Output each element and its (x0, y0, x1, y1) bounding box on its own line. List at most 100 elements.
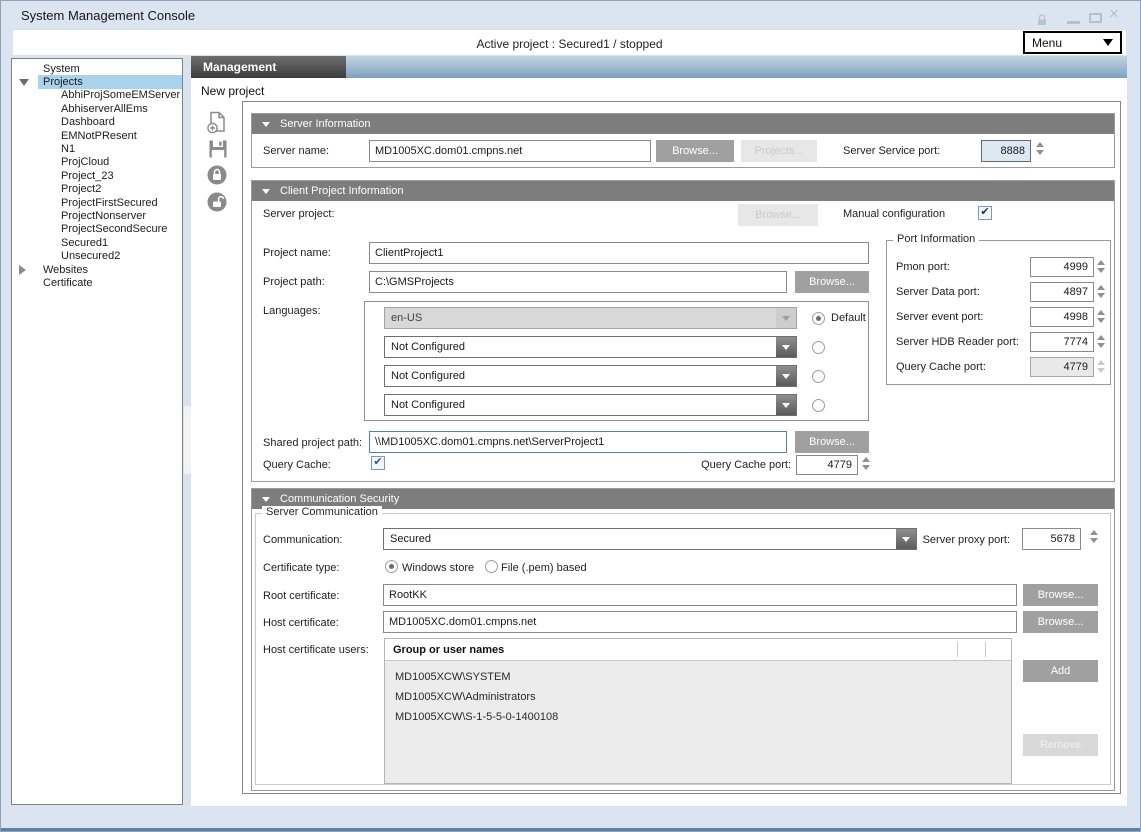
user-list-item[interactable]: MD1005XCW\S-1-5-5-0-1400108 (385, 707, 1011, 727)
language-default-radio-3[interactable] (812, 370, 825, 383)
port-spinner-1[interactable] (1097, 260, 1105, 273)
shared-project-path-input[interactable] (369, 431, 787, 453)
query-cache-port-spinner[interactable] (862, 457, 870, 470)
section-title: Client Project Information (280, 185, 404, 197)
server-communication-legend: Server Communication (262, 506, 382, 518)
system-management-console-window: System Management Console × Active proje… (0, 0, 1141, 832)
collapse-arrow-icon (262, 497, 270, 502)
tree-item-projectsecondsecure[interactable]: ProjectSecondSecure (12, 223, 182, 236)
navigation-tree: SystemProjectsAbhiProjSomeEMServerAbhise… (11, 58, 183, 805)
port-spinner-3[interactable] (1097, 310, 1105, 323)
lock-icon[interactable] (204, 162, 230, 188)
client-project-information-section: Client Project Information Server projec… (251, 180, 1115, 482)
host-certificate-input[interactable] (383, 611, 1017, 633)
service-port-spinner[interactable] (1036, 142, 1044, 155)
language-select-4[interactable]: Not Configured (384, 394, 797, 416)
languages-label: Languages: (263, 305, 321, 317)
file-pem-radio[interactable] (485, 560, 498, 573)
lock-window-icon[interactable] (1033, 11, 1051, 29)
port-input-5[interactable]: 4779 (1030, 357, 1094, 377)
tree-expanded-icon[interactable] (19, 79, 29, 86)
query-cache-port-input[interactable]: 4779 (796, 455, 858, 475)
tree-item-projectfirstsecured[interactable]: ProjectFirstSecured (12, 196, 182, 209)
tree-item-n1[interactable]: N1 (12, 142, 182, 155)
tree-item-emnotpresent[interactable]: EMNotPResent (12, 129, 182, 142)
close-icon[interactable]: × (1109, 4, 1119, 24)
maximize-icon[interactable] (1089, 13, 1102, 23)
unlock-icon[interactable] (204, 189, 230, 215)
query-cache-checkbox[interactable] (371, 456, 385, 470)
server-proxy-port-input[interactable]: 5678 (1022, 528, 1081, 550)
tree-item-secured1[interactable]: Secured1 (12, 236, 182, 249)
column-divider (957, 642, 958, 657)
root-certificate-browse-button[interactable]: Browse... (1023, 584, 1098, 606)
port-spinner-2[interactable] (1097, 285, 1105, 298)
user-list-item[interactable]: MD1005XCW\SYSTEM (385, 667, 1011, 687)
tree-item-abhiprojsomeemserver[interactable]: AbhiProjSomeEMServer (12, 89, 182, 102)
tree-item-system[interactable]: System (12, 62, 182, 75)
tree-item-certificate[interactable]: Certificate (12, 276, 182, 289)
server-information-header[interactable]: Server Information (252, 114, 1114, 134)
new-project-icon[interactable] (204, 109, 230, 135)
main-panel: Management New project Server Informatio… (191, 56, 1127, 806)
tree-item-label: Unsecured2 (58, 250, 123, 262)
tree-item-unsecured2[interactable]: Unsecured2 (12, 249, 182, 262)
splitter-thumb[interactable] (184, 406, 191, 474)
shared-path-browse-button[interactable]: Browse... (795, 431, 869, 453)
tab-management[interactable]: Management (191, 56, 346, 78)
tree-item-project_23[interactable]: Project_23 (12, 169, 182, 182)
projects-button[interactable]: Projects... (741, 140, 817, 162)
server-browse-button[interactable]: Browse... (656, 140, 734, 162)
tree-item-projectnonserver[interactable]: ProjectNonserver (12, 209, 182, 222)
port-input-1[interactable]: 4999 (1030, 257, 1094, 277)
communication-value: Secured (384, 529, 896, 549)
host-certificate-browse-button[interactable]: Browse... (1023, 611, 1098, 633)
chevron-down-icon (1103, 39, 1113, 46)
tree-item-dashboard[interactable]: Dashboard (12, 116, 182, 129)
tree-item-abhiserverallems[interactable]: AbhiserverAllEms (12, 102, 182, 115)
server-name-input[interactable] (369, 140, 651, 162)
server-project-browse-button[interactable]: Browse... (738, 204, 818, 226)
language-select-2[interactable]: Not Configured (384, 336, 797, 358)
minimize-icon[interactable] (1067, 21, 1080, 24)
tree-item-label: AbhiserverAllEms (58, 103, 151, 115)
client-project-information-header[interactable]: Client Project Information (252, 181, 1114, 201)
tree-item-label: ProjectFirstSecured (58, 197, 161, 209)
tree-item-projects[interactable]: Projects (12, 75, 182, 88)
project-path-input[interactable] (369, 271, 787, 293)
language-default-radio-1[interactable] (812, 312, 825, 325)
language-select-3[interactable]: Not Configured (384, 365, 797, 387)
language-default-radio-4[interactable] (812, 399, 825, 412)
port-input-3[interactable]: 4998 (1030, 307, 1094, 327)
tree-item-project2[interactable]: Project2 (12, 183, 182, 196)
tab-strip (346, 56, 1127, 78)
port-spinner-4[interactable] (1097, 335, 1105, 348)
service-port-input[interactable]: 8888 (981, 140, 1031, 162)
splitter[interactable] (184, 56, 191, 806)
page-title: New project (201, 84, 264, 98)
port-input-4[interactable]: 7774 (1030, 332, 1094, 352)
remove-user-button[interactable]: Remove (1023, 734, 1098, 756)
status-bar: Active project : Secured1 / stopped (12, 29, 1127, 56)
root-certificate-input[interactable] (383, 584, 1017, 606)
language-row: Not Configured (384, 365, 868, 387)
windows-store-radio[interactable] (385, 560, 398, 573)
query-cache-label: Query Cache: (263, 459, 331, 471)
server-proxy-port-spinner[interactable] (1090, 530, 1098, 543)
save-icon[interactable] (205, 136, 231, 162)
user-list-item[interactable]: MD1005XCW\Administrators (385, 687, 1011, 707)
port-input-2[interactable]: 4897 (1030, 282, 1094, 302)
project-name-input[interactable] (369, 242, 869, 264)
project-path-browse-button[interactable]: Browse... (795, 271, 869, 293)
tree-item-projcloud[interactable]: ProjCloud (12, 156, 182, 169)
language-select-1[interactable]: en-US (384, 307, 797, 329)
language-default-radio-2[interactable] (812, 341, 825, 354)
port-spinner-5[interactable] (1097, 360, 1105, 373)
manual-configuration-checkbox[interactable] (978, 206, 992, 220)
tree-item-websites[interactable]: Websites (12, 263, 182, 276)
language-select-value: en-US (385, 308, 776, 328)
tree-collapsed-icon[interactable] (19, 265, 26, 275)
menu-dropdown[interactable]: Menu (1023, 31, 1122, 54)
communication-select[interactable]: Secured (383, 528, 917, 550)
add-user-button[interactable]: Add (1023, 660, 1098, 682)
